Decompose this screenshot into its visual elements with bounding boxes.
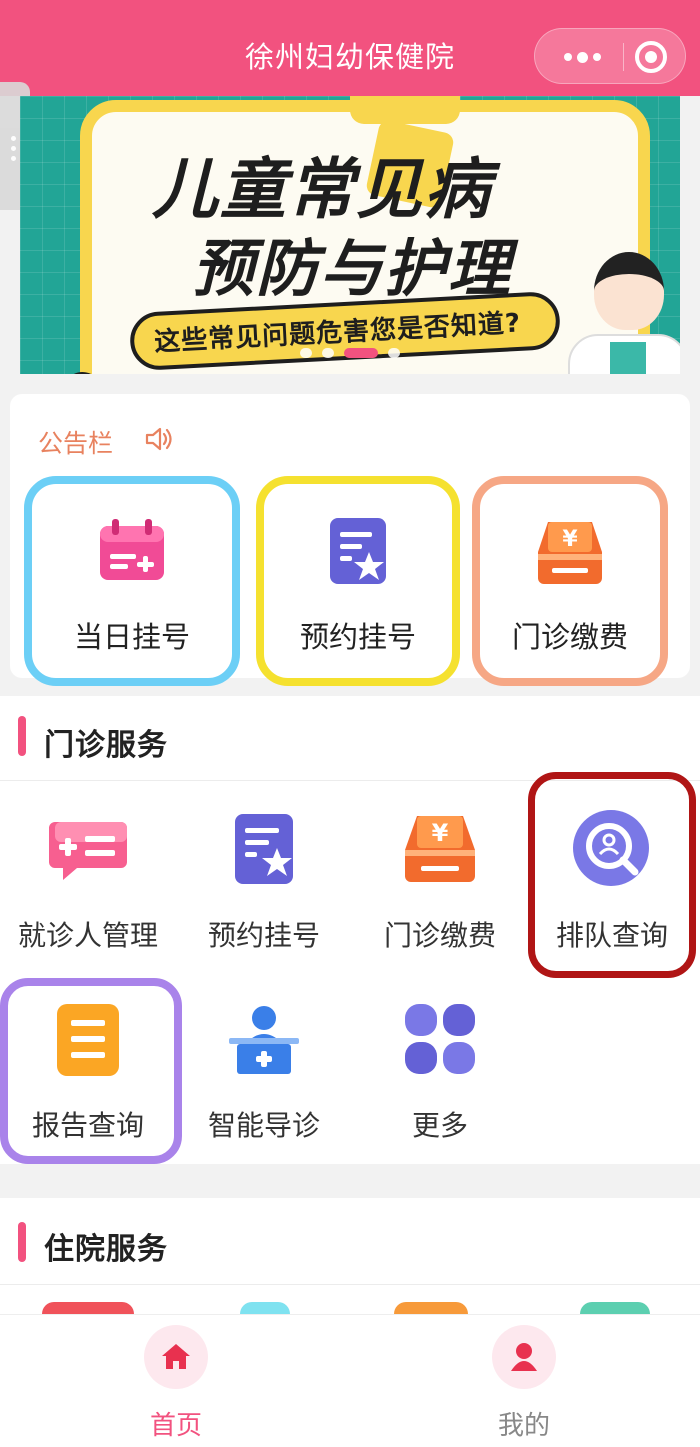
inpatient-icon-peek — [394, 1302, 468, 1314]
doctor-illustration-body — [568, 334, 680, 374]
tab-home[interactable]: 首页 — [76, 1315, 276, 1447]
quick-outpatient-payment-button[interactable]: ¥ 门诊缴费 — [472, 476, 668, 686]
tab-mine[interactable]: 我的 — [424, 1315, 624, 1447]
outpatient-payment-button[interactable]: ¥ 门诊缴费 — [352, 784, 528, 954]
appointment-register-button[interactable]: 预约挂号 — [176, 784, 352, 954]
app-root: 徐州妇幼保健院 儿童常见病 预防与护理 这些常见问题危害您是否知道? 公告栏 当… — [0, 0, 700, 1447]
yuan-tray-icon: ¥ — [538, 522, 602, 584]
section-title: 门诊服务 — [44, 728, 168, 763]
inpatient-icon-peek — [240, 1302, 290, 1314]
inpatient-services-section: 住院服务 — [0, 1198, 700, 1314]
doctor-illustration-head — [594, 252, 664, 330]
banner-headline-2: 预防与护理 — [192, 232, 513, 305]
section-title: 住院服务 — [44, 1232, 168, 1267]
section-accent-bar — [18, 1222, 26, 1262]
section-divider — [0, 1284, 700, 1285]
quick-same-day-register-button[interactable]: 当日挂号 — [24, 476, 240, 686]
calendar-plus-icon — [100, 519, 164, 580]
grid-item-label: 门诊缴费 — [383, 919, 496, 952]
smart-guide-button[interactable]: 智能导诊 — [176, 974, 352, 1144]
patient-management-button[interactable]: 就诊人管理 — [0, 784, 176, 954]
tab-label: 我的 — [497, 1411, 550, 1441]
banner-phone-notch — [350, 96, 460, 124]
quick-action-label: 当日挂号 — [73, 620, 190, 654]
user-icon-circle — [492, 1325, 556, 1389]
bottom-tab-bar: 首页 我的 — [0, 1314, 700, 1447]
highlight-frame-report — [0, 978, 182, 1164]
inpatient-icon-peek — [580, 1302, 650, 1314]
user-icon — [511, 1343, 537, 1371]
tab-label: 首页 — [149, 1411, 202, 1441]
quick-action-label: 门诊缴费 — [511, 620, 628, 654]
highlight-frame-queue — [528, 772, 696, 978]
top-nav-bar: 徐州妇幼保健院 — [0, 0, 700, 96]
grid-item-label: 更多 — [411, 1109, 468, 1142]
speaker-icon — [145, 427, 172, 451]
pagination-dot[interactable] — [300, 348, 312, 358]
banner-pagination — [300, 348, 400, 358]
pagination-dot-active[interactable] — [344, 348, 378, 358]
section-accent-bar — [18, 716, 26, 756]
more-clover-icon — [405, 1004, 475, 1074]
more-services-button[interactable]: 更多 — [352, 974, 528, 1144]
chat-plus-icon — [49, 822, 127, 880]
grid-item-label: 就诊人管理 — [17, 919, 158, 952]
svg-text:¥: ¥ — [562, 527, 578, 552]
grid-item-label: 预约挂号 — [207, 919, 320, 952]
more-dots-icon[interactable] — [553, 29, 611, 85]
notice-board-title[interactable]: 公告栏 — [38, 424, 113, 460]
quick-action-label: 预约挂号 — [299, 620, 416, 654]
home-icon-circle — [144, 1325, 208, 1389]
promo-banner[interactable]: 儿童常见病 预防与护理 这些常见问题危害您是否知道? — [20, 96, 680, 374]
guide-desk-icon — [229, 1006, 299, 1074]
close-target-icon[interactable] — [635, 41, 667, 73]
grid-item-label: 智能导诊 — [207, 1109, 320, 1142]
mini-program-capsule — [534, 28, 686, 84]
inpatient-icon-peek — [42, 1302, 134, 1314]
svg-text:¥: ¥ — [432, 819, 449, 847]
capsule-divider — [623, 43, 624, 71]
home-icon — [162, 1344, 190, 1369]
pagination-dot[interactable] — [388, 348, 400, 358]
quick-appointment-register-button[interactable]: 预约挂号 — [256, 476, 460, 686]
doc-star-icon — [235, 814, 293, 884]
pagination-dot[interactable] — [322, 348, 334, 358]
doc-star-icon — [330, 518, 386, 584]
yuan-tray-icon: ¥ — [405, 816, 475, 882]
